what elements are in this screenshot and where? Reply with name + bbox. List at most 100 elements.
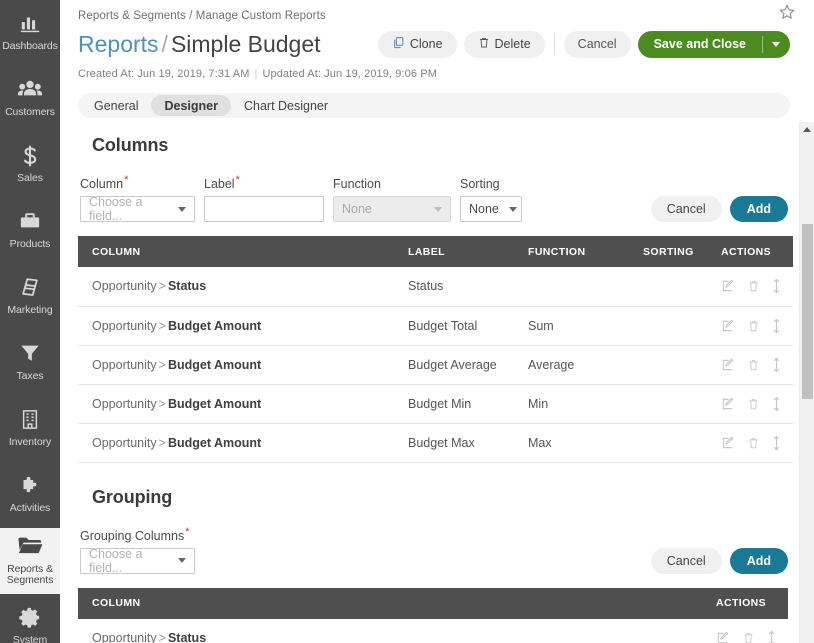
cell-sorting: [643, 267, 721, 307]
entity-name: Opportunity: [92, 631, 157, 643]
column-header-actions: ACTIONS: [716, 587, 788, 619]
grouping-table-body: Opportunity > Status: [78, 618, 788, 643]
tab-general[interactable]: General: [81, 95, 151, 116]
edit-icon[interactable]: [721, 358, 735, 372]
column-header-column: COLUMN: [78, 587, 716, 619]
sidebar-item-label: Reports & Segments: [6, 562, 54, 586]
grouping-columns-select[interactable]: Choose a field...: [80, 547, 195, 575]
cell-label: Budget Max: [408, 423, 528, 463]
reorder-icon[interactable]: [772, 396, 781, 412]
sorting-select[interactable]: None: [460, 196, 522, 223]
delete-button[interactable]: Delete: [463, 30, 545, 58]
delete-icon[interactable]: [747, 436, 760, 450]
cell-actions: [721, 423, 793, 463]
label-input[interactable]: [204, 196, 324, 223]
sidebar-item-inventory[interactable]: Inventory: [0, 396, 60, 462]
save-and-close-button[interactable]: Save and Close: [637, 30, 762, 58]
label-label-text: Label: [204, 177, 235, 192]
cell-label: Budget Total: [408, 306, 528, 346]
function-select[interactable]: None: [333, 196, 451, 223]
building-icon: [20, 408, 40, 434]
sidebar-item-label: System: [12, 634, 48, 643]
delete-icon[interactable]: [747, 397, 760, 411]
sidebar-item-label: Inventory: [8, 436, 52, 449]
entity-name: Opportunity: [92, 279, 157, 294]
reorder-icon[interactable]: [772, 435, 781, 451]
table-row: Opportunity > Budget Amount Budget Total Sum: [78, 306, 793, 346]
grouping-section-title: Grouping: [92, 486, 173, 507]
delete-icon[interactable]: [747, 358, 760, 372]
cell-actions: [716, 618, 788, 643]
reorder-icon[interactable]: [772, 318, 781, 334]
cancel-button[interactable]: Cancel: [563, 30, 631, 58]
title-separator: /: [161, 30, 168, 57]
tab-bar: General Designer Chart Designer: [78, 93, 790, 118]
edit-icon[interactable]: [721, 319, 735, 333]
scrollbar-thumb[interactable]: [802, 224, 813, 399]
clone-button[interactable]: Clone: [377, 30, 457, 58]
tab-chart-designer[interactable]: Chart Designer: [231, 95, 341, 116]
sidebar-item-label: Marketing: [7, 304, 53, 317]
grouping-add-button[interactable]: Add: [729, 547, 788, 574]
record-meta: Created At: Jun 19, 2019, 7:31 AM | Update…: [78, 68, 790, 80]
reorder-icon[interactable]: [772, 357, 781, 373]
edit-icon[interactable]: [721, 397, 735, 411]
clone-label: Clone: [409, 37, 443, 51]
grouping-form-actions: Cancel Add: [650, 547, 788, 574]
sidebar-item-label: Customers: [5, 106, 55, 119]
breadcrumb: Reports & Segments / Manage Custom Repor…: [78, 10, 326, 22]
sidebar-item-customers[interactable]: Customers: [0, 66, 60, 132]
app-window: Dashboards Customers Sales Products Marketin…: [0, 0, 814, 643]
sidebar-item-system[interactable]: System: [0, 594, 60, 643]
column-select[interactable]: Choose a field...: [80, 195, 195, 223]
reorder-icon[interactable]: [772, 278, 781, 294]
field-name: Budget Amount: [167, 396, 262, 411]
cell-column-path: Opportunity > Budget Amount: [78, 423, 408, 463]
header-actions: Clone Delete Cancel Save and Close: [377, 30, 790, 58]
edit-icon[interactable]: [721, 279, 735, 293]
edit-icon[interactable]: [721, 436, 735, 450]
chevron-down-icon: [772, 41, 780, 47]
save-button-group: Save and Close: [637, 30, 790, 58]
grouping-cancel-button[interactable]: Cancel: [650, 547, 722, 574]
columns-form-actions: Cancel Add: [650, 196, 788, 223]
sidebar-item-marketing[interactable]: Marketing: [0, 264, 60, 330]
delete-icon[interactable]: [747, 279, 760, 293]
grouping-table: COLUMN ACTIONS Opportunity > Status: [78, 587, 788, 643]
sidebar-item-activities[interactable]: Activities: [0, 462, 60, 528]
save-dropdown-toggle[interactable]: [762, 30, 790, 58]
edit-icon[interactable]: [716, 631, 730, 643]
sidebar-item-reports-segments[interactable]: Reports & Segments: [0, 528, 60, 594]
columns-table-body: Opportunity > Status Status Opportunity > Budg…: [78, 267, 793, 463]
columns-add-button[interactable]: Add: [729, 196, 788, 223]
column-header-sorting: SORTING: [643, 236, 721, 268]
tab-designer[interactable]: Designer: [151, 95, 231, 116]
page-title-link[interactable]: Reports: [78, 31, 159, 57]
cell-column-path: Opportunity > Status: [78, 267, 408, 307]
content-scrollbar[interactable]: [799, 122, 814, 643]
star-outline-icon[interactable]: [778, 3, 798, 23]
folder-icon: [17, 535, 43, 561]
field-name: Budget Amount: [167, 318, 262, 333]
scroll-up-button[interactable]: [800, 122, 814, 136]
cell-column-path: Opportunity > Status: [78, 618, 716, 643]
cell-actions: [721, 306, 793, 346]
label-field-label: Label*: [204, 174, 324, 191]
delete-icon[interactable]: [742, 631, 755, 643]
page-title: Reports / Simple Budget: [78, 31, 321, 58]
main-content: Reports & Segments / Manage Custom Repor…: [60, 0, 814, 643]
reorder-icon[interactable]: [767, 630, 776, 643]
sidebar-item-taxes[interactable]: Taxes: [0, 330, 60, 396]
columns-cancel-button[interactable]: Cancel: [650, 196, 722, 223]
field-name: Budget Amount: [167, 357, 262, 372]
delete-icon[interactable]: [747, 319, 760, 333]
cell-function: Max: [528, 423, 643, 463]
chevron-down-icon: [178, 206, 186, 212]
path-separator: >: [158, 396, 166, 411]
function-select-value: None: [342, 202, 372, 217]
sidebar-item-sales[interactable]: Sales: [0, 132, 60, 198]
sidebar-item-products[interactable]: Products: [0, 198, 60, 264]
sidebar-item-dashboards[interactable]: Dashboards: [0, 0, 60, 66]
path-separator: >: [158, 318, 166, 333]
sorting-field-label: Sorting: [460, 177, 500, 192]
